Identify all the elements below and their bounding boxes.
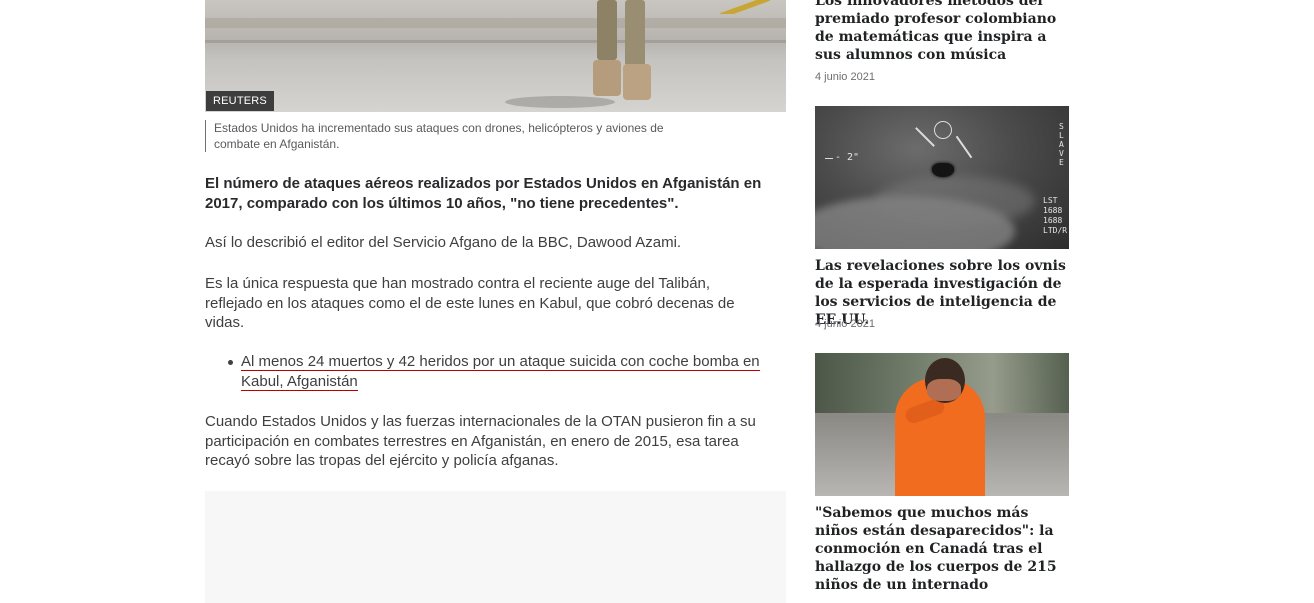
lead-paragraph: El número de ataques aéreos realizados p… xyxy=(205,175,762,212)
related-link-item: Al menos 24 muertos y 42 heridos por un … xyxy=(222,352,782,391)
image-caption: Estados Unidos ha incrementado sus ataqu… xyxy=(205,120,704,152)
hud-left-readout: - 2" xyxy=(835,152,860,163)
sidebar-story-title-3[interactable]: "Sabemos que muchos más niños están desa… xyxy=(815,504,1069,594)
hero-image xyxy=(205,0,786,112)
soldier-boot-right xyxy=(623,64,651,100)
hud-right-readout: LST 1688 1688 LTD/R xyxy=(1043,196,1068,235)
soldier-legs xyxy=(593,0,657,100)
soldier-boot-left xyxy=(593,60,621,96)
soldier-leg-left xyxy=(597,0,617,60)
sidebar-story-image-ufo[interactable]: - 2" S L A V E LST 1688 1688 LTD/R xyxy=(815,106,1069,249)
soldier-shadow xyxy=(505,96,615,108)
sidebar-story-image-protest[interactable] xyxy=(815,353,1069,496)
runway-marking xyxy=(720,0,770,14)
figure-face xyxy=(927,379,961,401)
hud-right-label: S L A V E xyxy=(1059,122,1064,167)
paragraph-2: Es la única respuesta que han mostrado c… xyxy=(205,275,735,331)
ad-placeholder xyxy=(205,491,786,603)
sidebar-story-date-1: 4 junio 2021 xyxy=(815,71,875,83)
paragraph-3: Cuando Estados Unidos y las fuerzas inte… xyxy=(205,413,756,469)
target-reticle-icon xyxy=(934,121,952,139)
cloud-shape xyxy=(875,176,1035,226)
bullet-dot xyxy=(228,360,233,365)
related-article-link-text: Al menos 24 muertos y 42 heridos por un … xyxy=(241,353,760,391)
runway-line xyxy=(205,40,786,43)
sidebar-story-title-1[interactable]: Los innovadores métodos del premiado pro… xyxy=(815,0,1069,64)
image-credit: REUTERS xyxy=(206,91,274,111)
ufo-object xyxy=(932,163,954,177)
soldier-leg-right xyxy=(625,0,645,66)
runway-stripe xyxy=(205,18,786,28)
paragraph-1: Así lo describió el editor del Servicio … xyxy=(205,234,682,251)
hud-bracket xyxy=(915,127,935,147)
related-article-link[interactable]: Al menos 24 muertos y 42 heridos por un … xyxy=(241,352,782,391)
hud-bracket xyxy=(955,135,973,159)
hud-tick xyxy=(825,158,833,159)
sidebar-story-date-2: 4 junio 2021 xyxy=(815,318,875,330)
